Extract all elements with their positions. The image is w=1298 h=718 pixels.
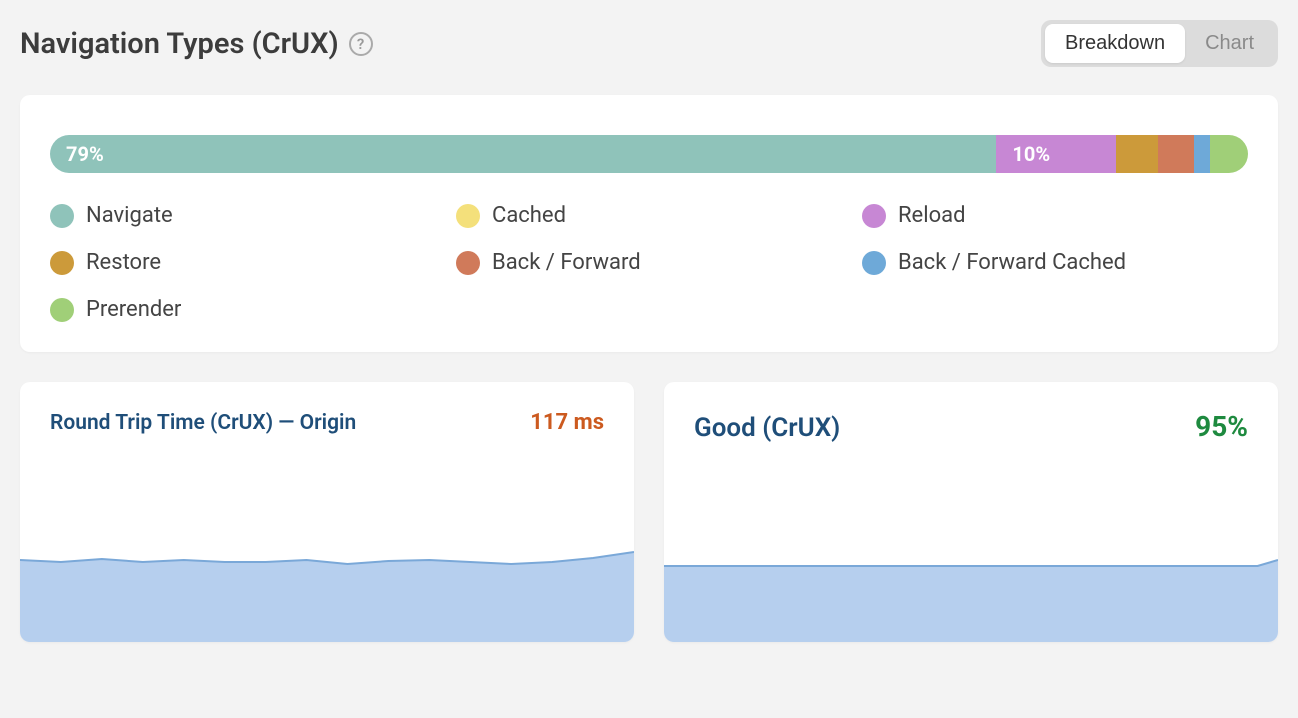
legend-dot-icon: [862, 204, 886, 228]
rtt-value: 117 ms: [530, 410, 604, 435]
view-toggle: Breakdown Chart: [1041, 20, 1278, 67]
legend-label: Reload: [898, 203, 966, 228]
legend-item-restore[interactable]: Restore: [50, 250, 436, 275]
bar-segment-navigate[interactable]: 79%: [50, 135, 996, 173]
navigation-stacked-bar: 79% 10%: [50, 135, 1248, 173]
bar-segment-prerender[interactable]: [1210, 135, 1248, 173]
legend-item-back_forward_cached[interactable]: Back / Forward Cached: [862, 250, 1248, 275]
section-title: Navigation Types (CrUX): [20, 27, 339, 61]
legend-label: Navigate: [86, 203, 173, 228]
bar-segment-label: 79%: [66, 142, 104, 166]
chart-tab[interactable]: Chart: [1185, 24, 1274, 63]
legend-dot-icon: [862, 251, 886, 275]
bar-segment-back_forward_cached[interactable]: [1194, 135, 1210, 173]
legend-dot-icon: [456, 251, 480, 275]
legend-item-navigate[interactable]: Navigate: [50, 203, 436, 228]
legend-item-reload[interactable]: Reload: [862, 203, 1248, 228]
legend-label: Back / Forward Cached: [898, 250, 1126, 275]
bar-segment-restore[interactable]: [1116, 135, 1158, 173]
good-sparkline: [664, 522, 1278, 642]
legend-label: Prerender: [86, 297, 181, 322]
legend-item-back_forward[interactable]: Back / Forward: [456, 250, 842, 275]
legend-dot-icon: [50, 204, 74, 228]
bar-segment-reload[interactable]: 10%: [996, 135, 1116, 173]
title-wrap: Navigation Types (CrUX) ?: [20, 27, 373, 61]
good-title: Good (CrUX): [694, 413, 840, 443]
section-header: Navigation Types (CrUX) ? Breakdown Char…: [20, 20, 1278, 67]
legend-label: Cached: [492, 203, 566, 228]
rtt-sparkline: [20, 522, 634, 642]
rtt-header: Round Trip Time (CrUX) — Origin 117 ms: [20, 382, 634, 435]
navigation-types-card: 79% 10% Navigate Cached Reload Restore Back /…: [20, 95, 1278, 352]
navigation-legend: Navigate Cached Reload Restore Back / Forwar…: [50, 203, 1248, 322]
good-card[interactable]: Good (CrUX) 95%: [664, 382, 1278, 642]
legend-label: Back / Forward: [492, 250, 641, 275]
legend-dot-icon: [50, 251, 74, 275]
legend-item-cached[interactable]: Cached: [456, 203, 842, 228]
rtt-title: Round Trip Time (CrUX) — Origin: [50, 411, 356, 435]
breakdown-tab[interactable]: Breakdown: [1045, 24, 1185, 63]
good-value: 95%: [1195, 410, 1248, 443]
legend-dot-icon: [50, 298, 74, 322]
metrics-row: Round Trip Time (CrUX) — Origin 117 ms G…: [20, 382, 1278, 642]
legend-label: Restore: [86, 250, 161, 275]
legend-item-prerender[interactable]: Prerender: [50, 297, 436, 322]
legend-dot-icon: [456, 204, 480, 228]
good-header: Good (CrUX) 95%: [664, 382, 1278, 443]
bar-segment-label: 10%: [1012, 142, 1050, 166]
rtt-card[interactable]: Round Trip Time (CrUX) — Origin 117 ms: [20, 382, 634, 642]
bar-segment-back_forward[interactable]: [1158, 135, 1194, 173]
help-icon[interactable]: ?: [349, 32, 373, 56]
